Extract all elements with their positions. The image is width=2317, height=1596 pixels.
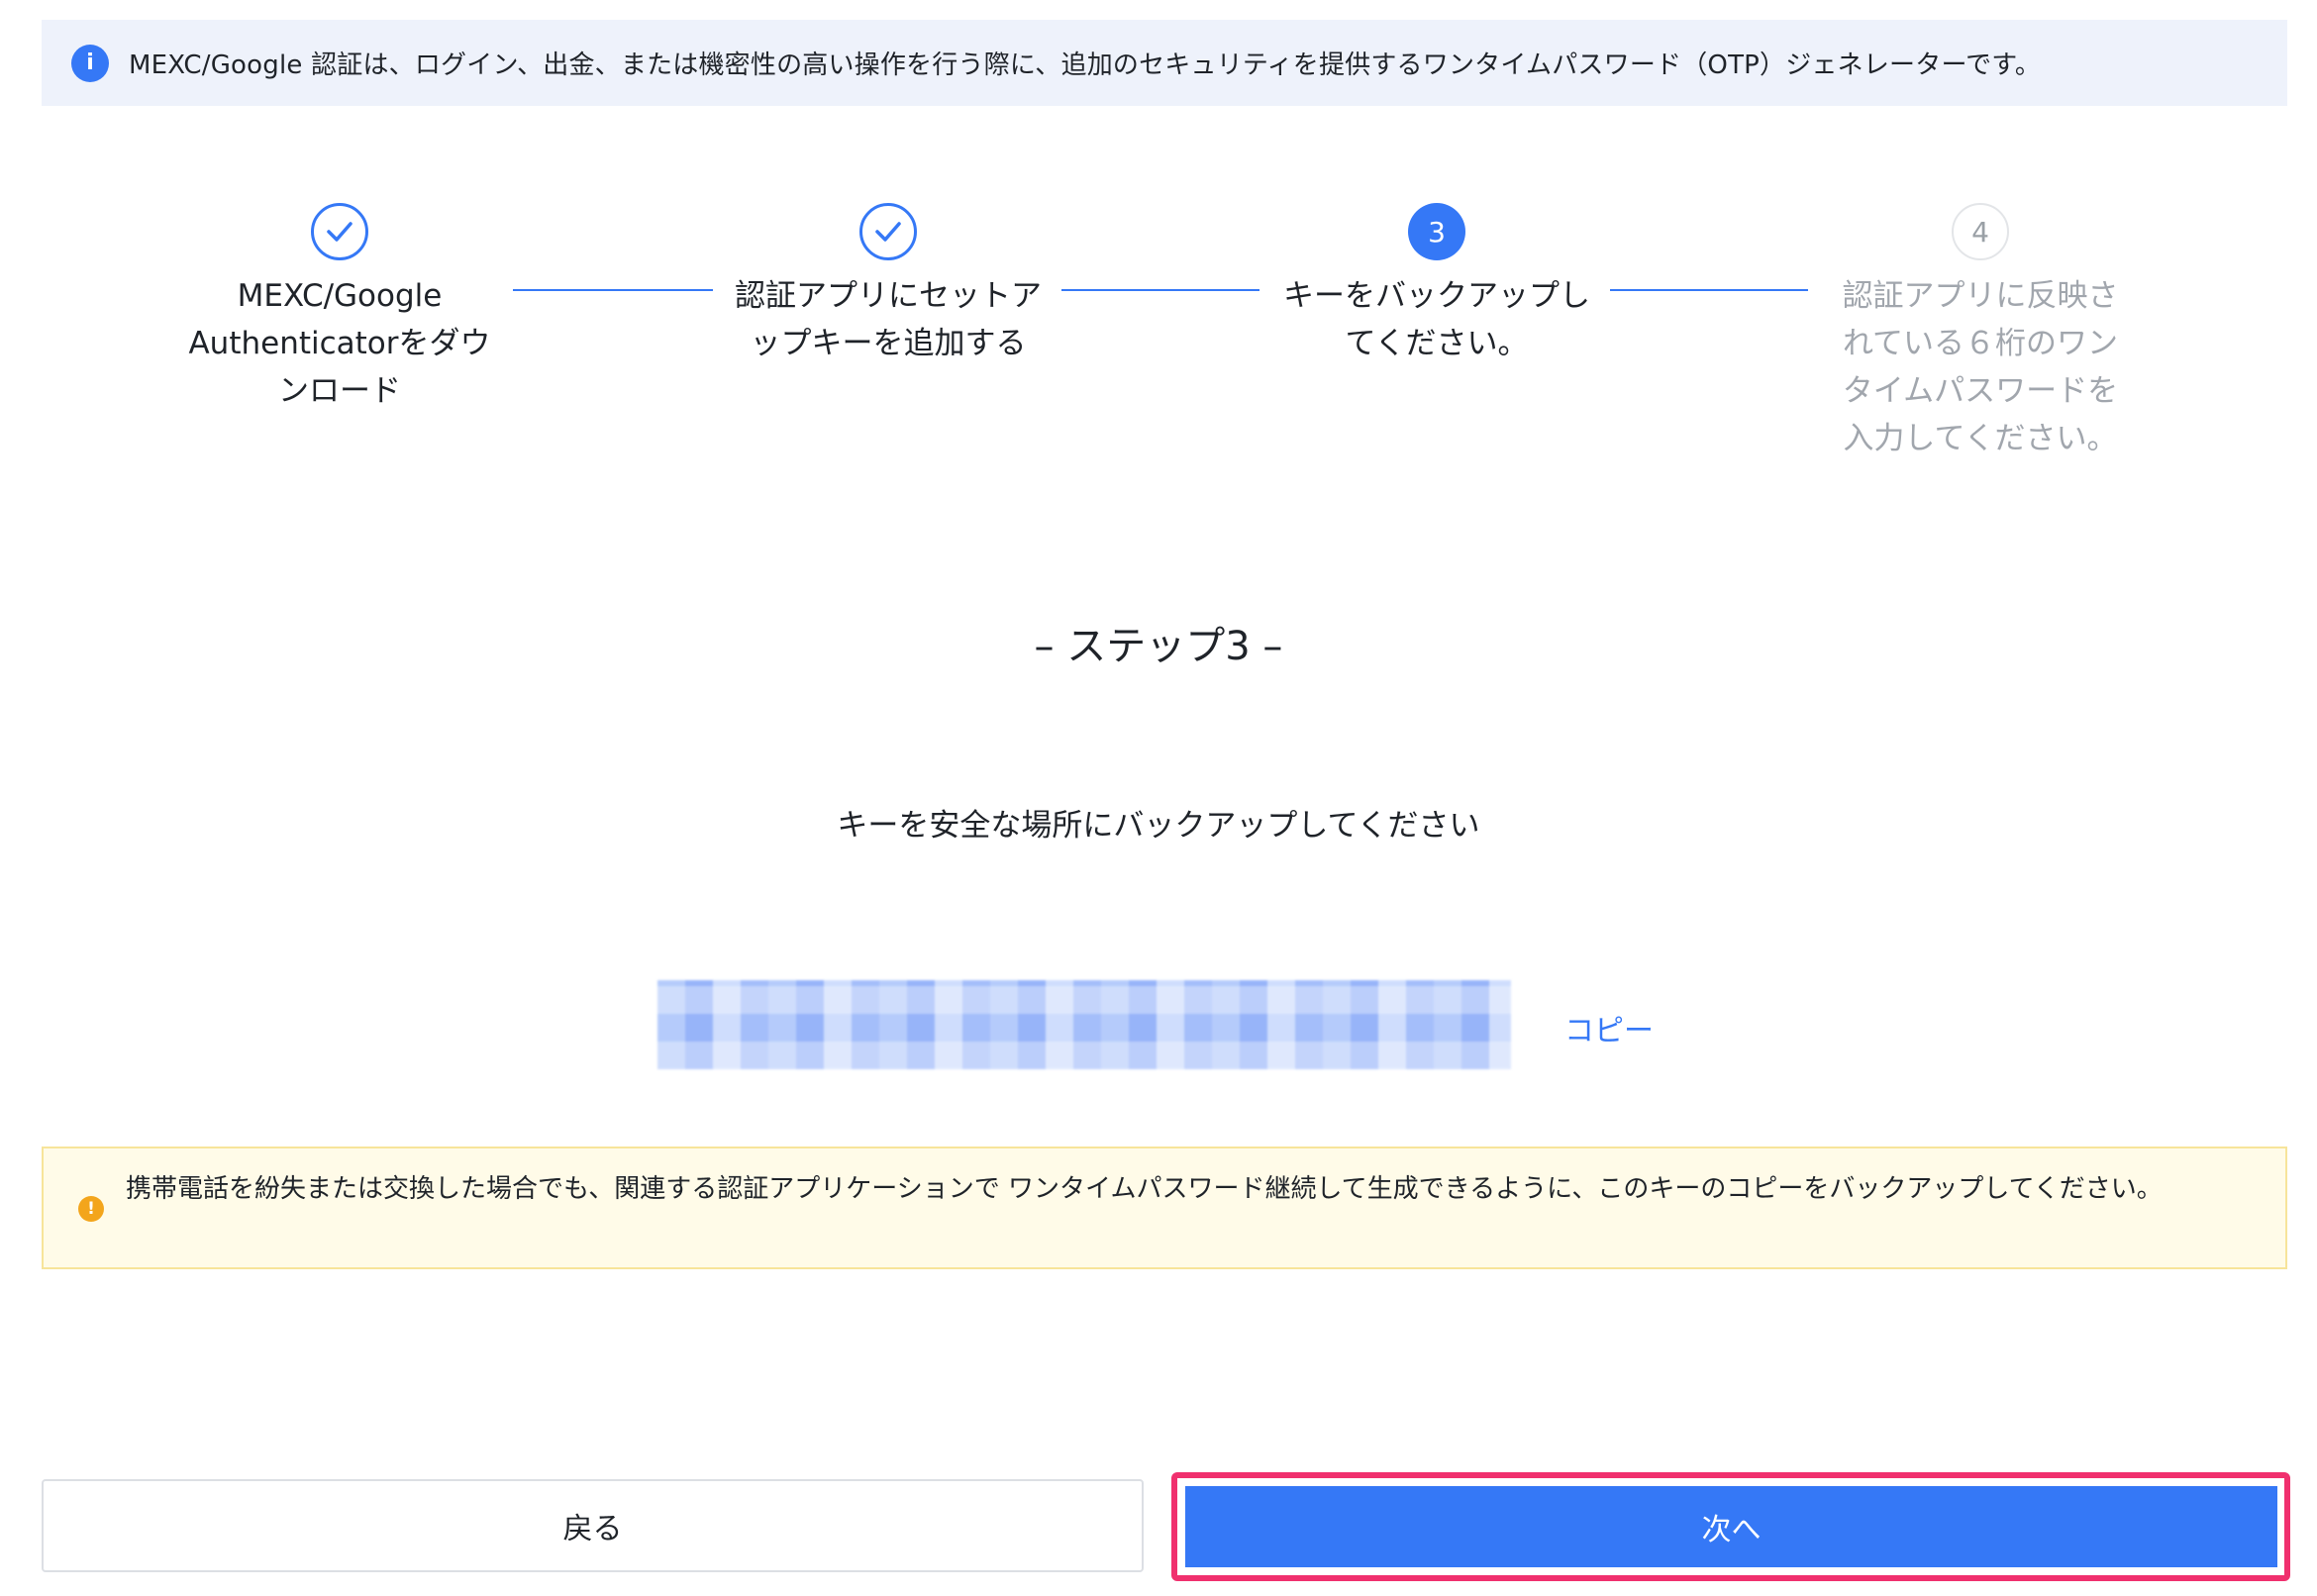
step-3-number: 3 (1408, 203, 1465, 260)
back-button[interactable]: 戻る (42, 1479, 1144, 1572)
step-title: – ステップ3 – (1034, 624, 1283, 669)
check-icon (859, 203, 917, 260)
step-1: MEXC/Google Authenticatorをダウンロード (186, 203, 493, 415)
stepper: MEXC/Google Authenticatorをダウンロード 認証アプリにセ… (0, 0, 2317, 554)
next-button[interactable]: 次へ (1185, 1486, 2277, 1567)
step-4: 4 認証アプリに反映されている６桁のワンタイムパスワードを入力してください。 (1832, 203, 2129, 462)
step-connector-3 (1610, 289, 1808, 291)
step-4-label: 認証アプリに反映されている６桁のワンタイムパスワードを入力してください。 (1842, 278, 2119, 456)
step-connector-2 (1061, 289, 1259, 291)
step-2: 認証アプリにセットアップキーを追加する (735, 203, 1042, 367)
copy-key-button[interactable]: コピー (1564, 1006, 1654, 1049)
warning-banner: ! 携帯電話を紛失または交換した場合でも、関連する認証アプリケーションで ワンタ… (42, 1147, 2287, 1269)
warning-icon: ! (78, 1196, 104, 1222)
secret-key-blurred (657, 980, 1511, 1069)
backup-instruction: キーを安全な場所にバックアップしてください (837, 808, 1480, 844)
step-2-label: 認証アプリにセットアップキーを追加する (735, 278, 1042, 361)
step-1-label: MEXC/Google Authenticatorをダウンロード (188, 278, 491, 409)
step-3: 3 キーをバックアップしてください。 (1283, 203, 1590, 367)
warning-banner-text: 携帯電話を紛失または交換した場合でも、関連する認証アプリケーションで ワンタイム… (126, 1174, 2163, 1204)
step-4-number: 4 (1952, 203, 2009, 260)
check-icon (311, 203, 368, 260)
step-3-label: キーをバックアップしてください。 (1283, 278, 1590, 361)
step-connector-1 (513, 289, 713, 291)
